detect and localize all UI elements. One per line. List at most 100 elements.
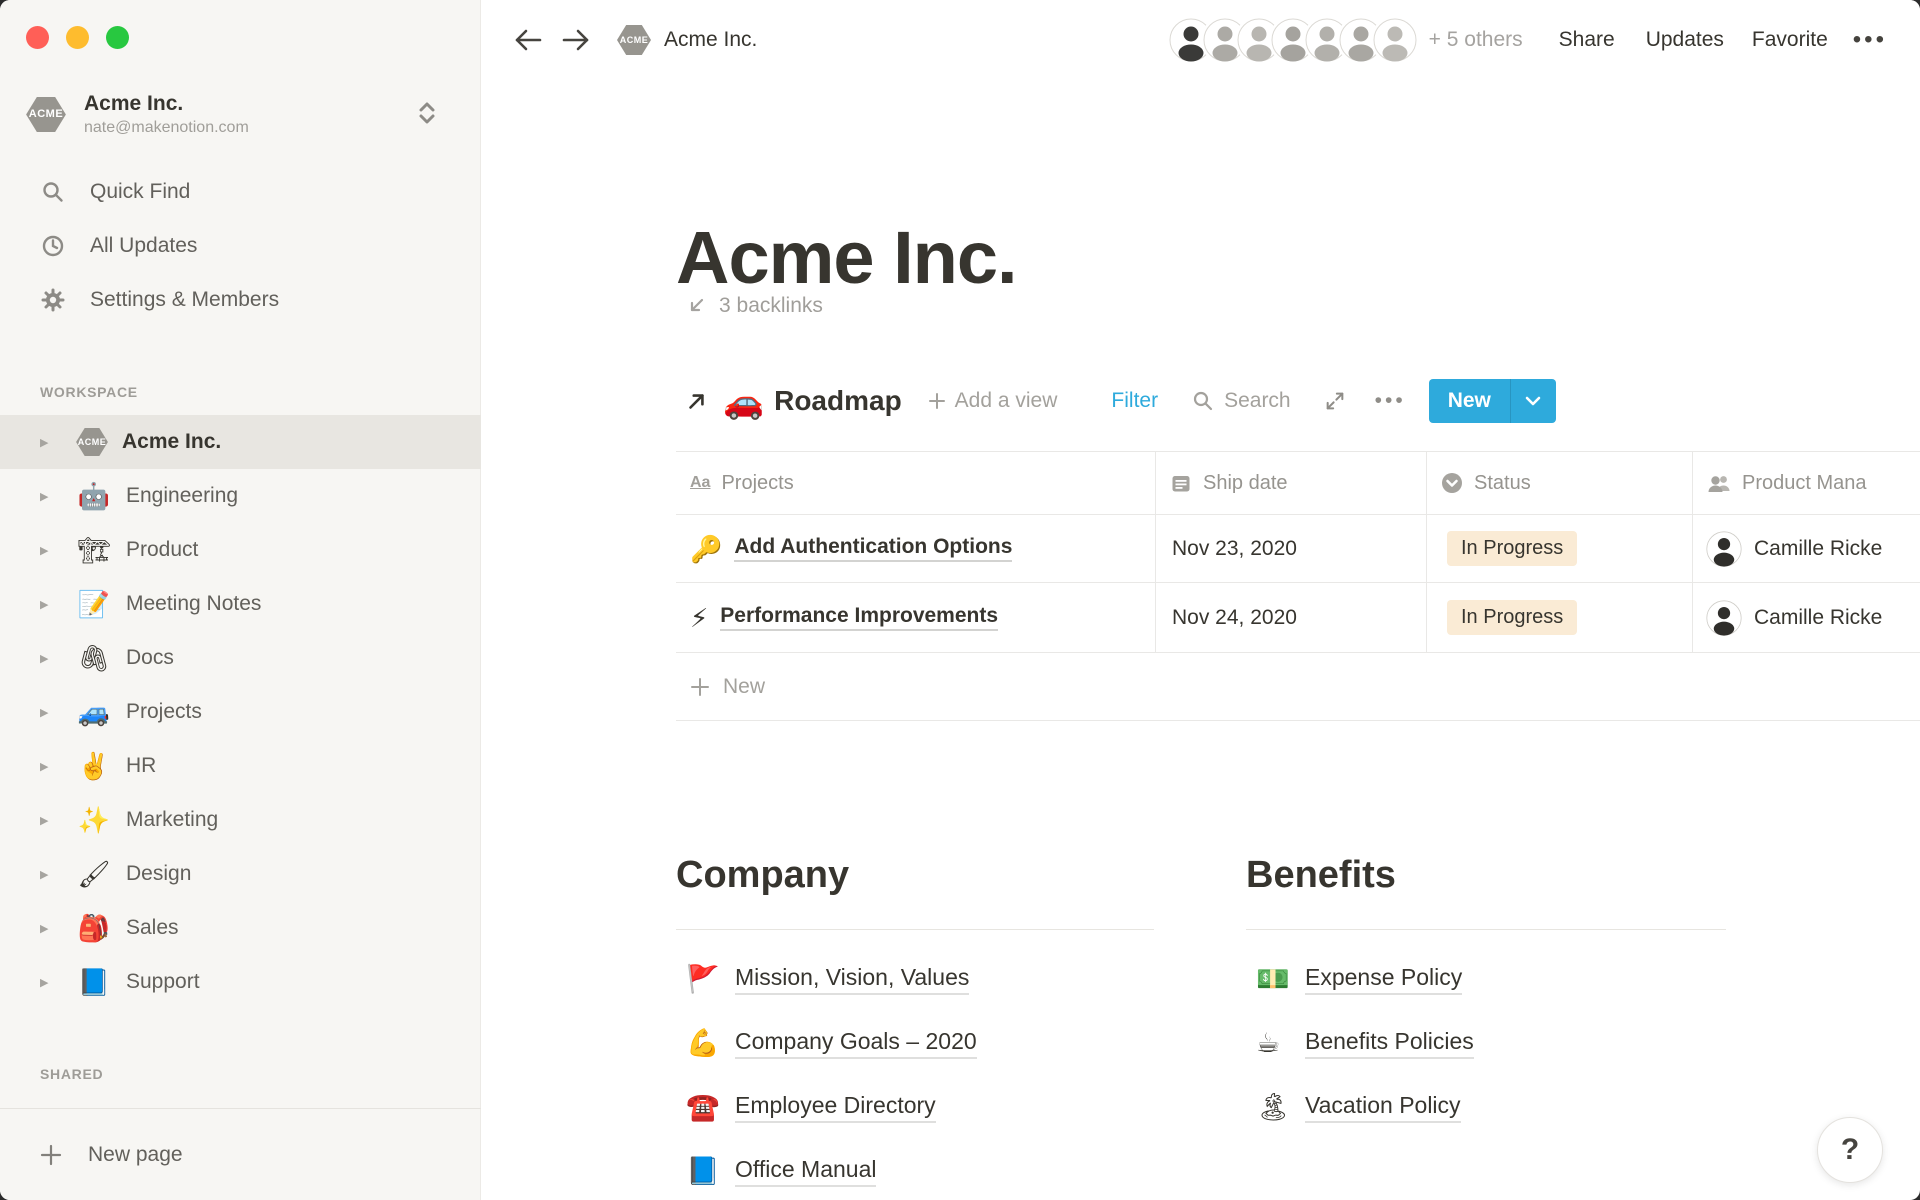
expand-button[interactable] bbox=[1324, 390, 1346, 412]
sidebar-page-product[interactable]: ▶ 🏗 Product bbox=[0, 523, 481, 577]
disclosure-triangle-icon[interactable]: ▶ bbox=[40, 544, 57, 557]
plus-icon bbox=[40, 1144, 62, 1166]
open-as-page-button[interactable] bbox=[684, 388, 710, 414]
status-badge[interactable]: In Progress bbox=[1447, 600, 1577, 635]
project-title-link[interactable]: Performance Improvements bbox=[720, 604, 998, 631]
sidebar-page-hr[interactable]: ▶ ✌️ HR bbox=[0, 739, 481, 793]
column-label: Projects bbox=[721, 472, 793, 495]
project-cell[interactable]: ⚡ Performance Improvements bbox=[676, 583, 1156, 652]
disclosure-triangle-icon[interactable]: ▶ bbox=[40, 490, 57, 503]
favorite-button[interactable]: Favorite bbox=[1752, 28, 1828, 52]
sidebar-page-projects[interactable]: ▶ 🚙 Projects bbox=[0, 685, 481, 739]
backlinks-label: 3 backlinks bbox=[719, 294, 823, 318]
others-count-label[interactable]: + 5 others bbox=[1429, 28, 1523, 52]
sidebar-page-acme-inc[interactable]: ▶ ACME Acme Inc. bbox=[0, 415, 481, 469]
disclosure-triangle-icon[interactable]: ▶ bbox=[40, 436, 57, 449]
workspace-email: nate@makenotion.com bbox=[84, 119, 249, 137]
disclosure-triangle-icon[interactable]: ▶ bbox=[40, 814, 57, 827]
new-page-button[interactable]: New page bbox=[0, 1128, 481, 1182]
forward-button[interactable] bbox=[559, 23, 593, 57]
page-link-label: Expense Policy bbox=[1305, 964, 1462, 995]
ship-date-cell[interactable]: Nov 23, 2020 bbox=[1156, 515, 1427, 582]
disclosure-triangle-icon[interactable]: ▶ bbox=[40, 922, 57, 935]
page-label: HR bbox=[126, 754, 156, 778]
workspace-section-label: WORKSPACE bbox=[40, 384, 138, 400]
search-button[interactable]: Search bbox=[1192, 389, 1291, 413]
sidebar-item-all-updates[interactable]: All Updates bbox=[0, 219, 481, 273]
car-emoji-icon: 🚙 bbox=[78, 699, 110, 725]
more-options-button[interactable]: ••• bbox=[1853, 26, 1887, 54]
page-link-expense-policy[interactable]: 💵 Expense Policy bbox=[1246, 948, 1726, 1012]
collection-title[interactable]: Roadmap bbox=[774, 385, 902, 417]
sidebar-page-support[interactable]: ▶ 📘 Support bbox=[0, 955, 481, 1009]
new-record-dropdown-button[interactable] bbox=[1510, 379, 1556, 423]
page-link-office-manual[interactable]: 📘 Office Manual bbox=[676, 1140, 1154, 1200]
sidebar-page-docs[interactable]: ▶ 🖇 Docs bbox=[0, 631, 481, 685]
sidebar-item-settings-members[interactable]: Settings & Members bbox=[0, 273, 481, 327]
breadcrumb-title: Acme Inc. bbox=[664, 28, 757, 52]
person-icon bbox=[1707, 472, 1731, 494]
status-cell[interactable]: In Progress bbox=[1427, 583, 1693, 652]
sidebar-page-design[interactable]: ▶ 🖌 Design bbox=[0, 847, 481, 901]
add-view-button[interactable]: Add a view bbox=[928, 389, 1058, 413]
disclosure-triangle-icon[interactable]: ▶ bbox=[40, 598, 57, 611]
sidebar-item-label: All Updates bbox=[90, 234, 197, 258]
column-header-projects[interactable]: Aa Projects bbox=[676, 452, 1156, 514]
add-view-label: Add a view bbox=[955, 389, 1058, 413]
table-new-row-button[interactable]: New bbox=[676, 653, 1920, 721]
avatar[interactable] bbox=[1373, 18, 1417, 62]
status-badge[interactable]: In Progress bbox=[1447, 531, 1577, 566]
breadcrumb[interactable]: ACME Acme Inc. bbox=[617, 25, 757, 55]
disclosure-triangle-icon[interactable]: ▶ bbox=[40, 868, 57, 881]
column-header-status[interactable]: Status bbox=[1427, 452, 1693, 514]
project-title-link[interactable]: Add Authentication Options bbox=[734, 535, 1012, 562]
ship-date-cell[interactable]: Nov 24, 2020 bbox=[1156, 583, 1427, 652]
notion-window: ACME Acme Inc. nate@makenotion.com Quick… bbox=[0, 0, 1920, 1200]
page-link-company-goals[interactable]: 💪 Company Goals – 2020 bbox=[676, 1012, 1154, 1076]
sidebar-item-quick-find[interactable]: Quick Find bbox=[0, 165, 481, 219]
page-link-employee-directory[interactable]: ☎️ Employee Directory bbox=[676, 1076, 1154, 1140]
telephone-emoji-icon: ☎️ bbox=[686, 1094, 722, 1121]
close-window-button[interactable] bbox=[26, 26, 49, 49]
section-heading[interactable]: Benefits bbox=[1246, 853, 1726, 899]
workspace-switcher[interactable]: ACME Acme Inc. nate@makenotion.com bbox=[26, 82, 456, 146]
page-link-vacation-policy[interactable]: 🏝 Vacation Policy bbox=[1246, 1076, 1726, 1140]
collection-more-button[interactable]: ••• bbox=[1375, 389, 1406, 413]
island-emoji-icon: 🏝 bbox=[1256, 1094, 1292, 1121]
select-type-icon bbox=[1441, 472, 1463, 494]
column-header-product-manager[interactable]: Product Mana bbox=[1693, 452, 1920, 514]
sidebar-page-meeting-notes[interactable]: ▶ 📝 Meeting Notes bbox=[0, 577, 481, 631]
table-row: 🔑 Add Authentication Options Nov 23, 202… bbox=[676, 515, 1920, 583]
plus-icon bbox=[928, 392, 946, 410]
disclosure-triangle-icon[interactable]: ▶ bbox=[40, 760, 57, 773]
minimize-window-button[interactable] bbox=[66, 26, 89, 49]
section-heading[interactable]: Company bbox=[676, 853, 1154, 899]
page-link-mission-vision-values[interactable]: 🚩 Mission, Vision, Values bbox=[676, 948, 1154, 1012]
share-button[interactable]: Share bbox=[1559, 28, 1615, 52]
status-cell[interactable]: In Progress bbox=[1427, 515, 1693, 582]
page-label: Product bbox=[126, 538, 198, 562]
sidebar-page-marketing[interactable]: ▶ ✨ Marketing bbox=[0, 793, 481, 847]
back-button[interactable] bbox=[511, 23, 545, 57]
backlinks-toggle[interactable]: 3 backlinks bbox=[686, 294, 823, 318]
product-manager-cell[interactable]: Camille Ricke bbox=[1693, 515, 1920, 582]
help-button[interactable]: ? bbox=[1817, 1117, 1883, 1183]
disclosure-triangle-icon[interactable]: ▶ bbox=[40, 976, 57, 989]
column-header-ship-date[interactable]: Ship date bbox=[1156, 452, 1427, 514]
page-link-benefits-policies[interactable]: ☕ Benefits Policies bbox=[1246, 1012, 1726, 1076]
workspace-name: Acme Inc. bbox=[84, 91, 249, 116]
disclosure-triangle-icon[interactable]: ▶ bbox=[40, 652, 57, 665]
zoom-window-button[interactable] bbox=[106, 26, 129, 49]
page-title[interactable]: Acme Inc. bbox=[676, 217, 1017, 298]
project-cell[interactable]: 🔑 Add Authentication Options bbox=[676, 515, 1156, 582]
page-label: Acme Inc. bbox=[122, 430, 221, 454]
sidebar-page-sales[interactable]: ▶ 🎒 Sales bbox=[0, 901, 481, 955]
disclosure-triangle-icon[interactable]: ▶ bbox=[40, 706, 57, 719]
product-manager-cell[interactable]: Camille Ricke bbox=[1693, 583, 1920, 652]
new-record-button[interactable]: New bbox=[1429, 379, 1510, 423]
updates-button[interactable]: Updates bbox=[1646, 28, 1724, 52]
key-emoji-icon: 🔑 bbox=[690, 536, 722, 562]
sidebar-page-engineering[interactable]: ▶ 🤖 Engineering bbox=[0, 469, 481, 523]
red-car-emoji-icon: 🚗 bbox=[723, 385, 764, 418]
filter-button[interactable]: Filter bbox=[1111, 389, 1158, 413]
